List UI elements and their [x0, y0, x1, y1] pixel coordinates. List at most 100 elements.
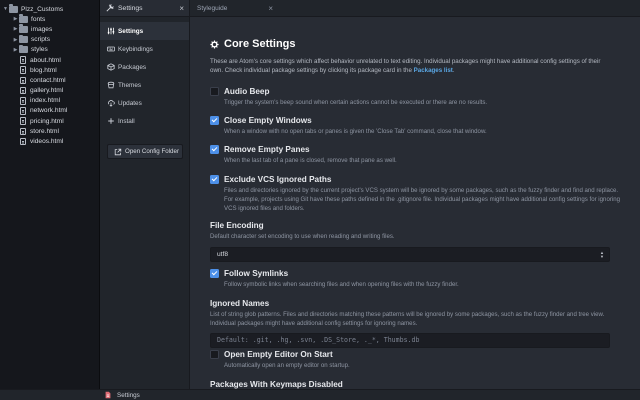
- tree-folder-label: styles: [31, 46, 48, 54]
- setting-description: When a window with no open tabs or panes…: [224, 128, 487, 135]
- folder-icon: [19, 24, 28, 33]
- tree-file[interactable]: videos.html: [0, 136, 99, 146]
- link-external-icon: [114, 148, 122, 155]
- tree-file-label: gallery.html: [30, 87, 64, 95]
- tree-file-label: blog.html: [30, 66, 57, 74]
- tree-file[interactable]: store.html: [0, 126, 99, 136]
- status-bar: Settings: [0, 389, 640, 400]
- tree-file-label: store.html: [30, 127, 59, 135]
- tab-settings-label: Settings: [118, 4, 143, 12]
- setting-title[interactable]: Follow Symlinks: [224, 269, 288, 278]
- folder-icon: [19, 14, 28, 23]
- setting-title: File Encoding: [210, 221, 264, 230]
- checkbox-checked[interactable]: [210, 175, 219, 184]
- core-settings-section: Core Settings These are Atom's core sett…: [210, 36, 625, 389]
- checkbox-checked[interactable]: [210, 116, 219, 125]
- nav-item-settings[interactable]: Settings: [100, 22, 189, 40]
- setting-title[interactable]: Audio Beep: [224, 87, 270, 96]
- select-value: utf8: [217, 250, 228, 258]
- checkbox-checked[interactable]: [210, 145, 219, 154]
- file-icon: [20, 107, 26, 115]
- nav-item-label: Themes: [118, 81, 142, 89]
- nav-item-packages[interactable]: Packages: [100, 58, 189, 76]
- open-config-folder-button[interactable]: Open Config Folder: [107, 144, 183, 159]
- setting-title[interactable]: Remove Empty Panes: [224, 145, 310, 154]
- chevron-right-icon: ▶: [13, 36, 18, 43]
- tree-file[interactable]: blog.html: [0, 65, 99, 75]
- setting-exclude-vcs-ignored-paths: Exclude VCS Ignored Paths Files and dire…: [210, 174, 620, 213]
- tree-file[interactable]: index.html: [0, 96, 99, 106]
- chevron-down-icon: ▼: [3, 6, 8, 13]
- gear-icon: [210, 39, 219, 49]
- intro-end: .: [452, 67, 455, 75]
- setting-description: Trigger the system's beep sound when cer…: [224, 99, 488, 106]
- tree-file-label: videos.html: [30, 138, 64, 146]
- section-heading: Core Settings: [210, 36, 625, 52]
- file-icon: [20, 76, 26, 85]
- tree-folder[interactable]: ▶ styles: [0, 44, 99, 55]
- tree-folder[interactable]: ▶ scripts: [0, 34, 99, 45]
- tab-styleguide[interactable]: Styleguide ×: [190, 0, 278, 17]
- close-icon[interactable]: ×: [268, 4, 273, 13]
- checkbox[interactable]: [210, 87, 219, 96]
- setting-remove-empty-panes: Remove Empty Panes When the last tab of …: [210, 144, 620, 166]
- setting-description: Automatically open an empty editor on st…: [224, 362, 350, 369]
- packages-list-link[interactable]: Packages list: [414, 67, 453, 74]
- ignored-names-input[interactable]: Default: .git, .hg, .svn, .DS_Store, ._*…: [210, 332, 610, 348]
- sliders-icon: [107, 27, 115, 35]
- tree-file-label: network.html: [30, 107, 68, 115]
- intro-text: These are Atom's core settings which aff…: [210, 58, 601, 75]
- setting-title[interactable]: Close Empty Windows: [224, 116, 312, 125]
- tree-file[interactable]: pricing.html: [0, 116, 99, 126]
- tree-file[interactable]: network.html: [0, 106, 99, 116]
- setting-title[interactable]: Open Empty Editor On Start: [224, 350, 333, 359]
- nav-item-label: Updates: [118, 99, 142, 107]
- cloud-download-icon: [107, 100, 115, 107]
- file-icon: [20, 117, 26, 125]
- setting-description: Follow symbolic links when searching fil…: [224, 281, 459, 288]
- file-icon: [20, 66, 26, 74]
- tree-file-label: pricing.html: [30, 117, 64, 125]
- section-heading-label: Core Settings: [224, 38, 296, 50]
- tree-folder[interactable]: ▶ images: [0, 24, 99, 34]
- tree-folder[interactable]: ▶ fonts: [0, 14, 99, 24]
- tree-file[interactable]: about.html: [0, 55, 99, 65]
- tools-icon: [106, 4, 114, 12]
- checkbox[interactable]: [210, 350, 219, 359]
- setting-ignored-names: Ignored Names List of string glob patter…: [210, 298, 620, 348]
- tab-styleguide-label: Styleguide: [197, 5, 228, 12]
- status-bar-label[interactable]: Settings: [117, 392, 140, 399]
- setting-description: Default character set encoding to use wh…: [210, 233, 395, 240]
- nav-item-keybindings[interactable]: Keybindings: [100, 40, 189, 58]
- section-intro: These are Atom's core settings which aff…: [210, 57, 615, 76]
- nav-item-install[interactable]: Install: [100, 112, 189, 130]
- tab-bar: Styleguide ×: [190, 0, 640, 17]
- tree-file-label: contact.html: [30, 76, 66, 84]
- chevron-right-icon: ▶: [13, 26, 18, 33]
- file-icon: [20, 137, 26, 146]
- tree-file[interactable]: contact.html: [0, 75, 99, 85]
- file-encoding-select[interactable]: utf8 ▲ ▼: [210, 246, 610, 262]
- tree-folder-label: scripts: [31, 36, 51, 44]
- folder-icon: [9, 4, 18, 13]
- tree-root[interactable]: ▼ Plzz_Customs: [0, 4, 99, 14]
- folder-icon: [19, 34, 28, 44]
- setting-close-empty-windows: Close Empty Windows When a window with n…: [210, 115, 620, 137]
- chevron-right-icon: ▶: [13, 46, 18, 53]
- checkbox-checked[interactable]: [210, 269, 219, 278]
- setting-title[interactable]: Exclude VCS Ignored Paths: [224, 175, 331, 184]
- setting-description: Files and directories ignored by the cur…: [224, 187, 620, 212]
- nav-item-themes[interactable]: Themes: [100, 76, 189, 94]
- close-icon[interactable]: ×: [179, 4, 184, 13]
- tree-file[interactable]: gallery.html: [0, 86, 99, 96]
- setting-description: When the last tab of a pane is closed, r…: [224, 157, 397, 164]
- file-icon: [20, 127, 26, 136]
- package-icon: [107, 63, 115, 71]
- nav-item-updates[interactable]: Updates: [100, 94, 189, 112]
- settings-panel: Settings × Settings Keybindings Packages…: [100, 0, 190, 389]
- tree-folder-label: fonts: [31, 15, 46, 23]
- setting-follow-symlinks: Follow Symlinks Follow symbolic links wh…: [210, 268, 620, 290]
- nav-item-label: Packages: [118, 63, 147, 71]
- tab-settings[interactable]: Settings ×: [100, 0, 189, 17]
- tree-file-label: index.html: [30, 97, 61, 105]
